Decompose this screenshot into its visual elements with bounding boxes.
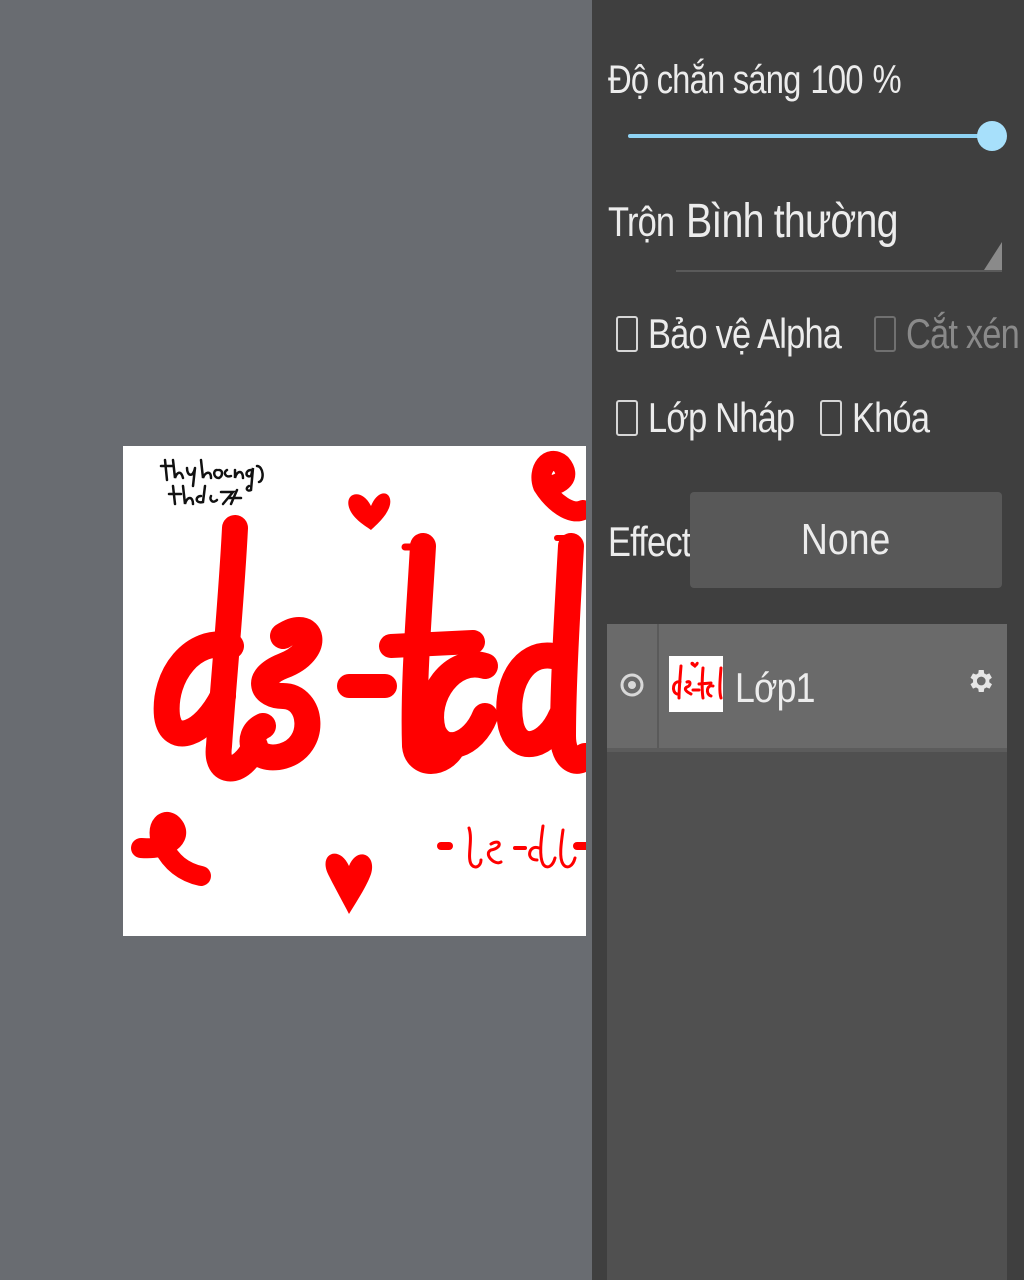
- draft-layer-checkbox[interactable]: [616, 400, 638, 436]
- protect-alpha-label: Bảo vệ Alpha: [648, 310, 842, 357]
- blend-mode-label: Trộn: [608, 198, 675, 245]
- effect-label: Effect: [608, 518, 691, 565]
- dropdown-arrow-icon: [984, 242, 1002, 270]
- clipping-option: Cắt xén: [873, 310, 1024, 358]
- blend-mode-value: Bình thường: [686, 195, 898, 248]
- protect-alpha-option[interactable]: Bảo vệ Alpha: [616, 310, 884, 358]
- layer-list: Lớp1: [607, 624, 1007, 1280]
- clipping-checkbox: [873, 316, 896, 352]
- opacity-label: Độ chắn sáng 100%: [608, 58, 902, 102]
- checkbox-row-2: Lớp Nháp Khóa: [616, 394, 946, 442]
- layer-row[interactable]: Lớp1: [607, 624, 1007, 752]
- blend-mode-dropdown[interactable]: Bình thường: [676, 184, 1002, 272]
- opacity-slider-track[interactable]: [628, 134, 986, 138]
- layer-thumbnail-image: [671, 661, 723, 700]
- artwork-drawing: [131, 451, 586, 914]
- draft-layer-option[interactable]: Lớp Nháp: [616, 394, 826, 442]
- artwork-canvas[interactable]: [123, 446, 586, 936]
- gear-icon[interactable]: [965, 666, 995, 696]
- lock-option[interactable]: Khóa: [820, 394, 946, 442]
- layer-properties-panel: Độ chắn sáng 100% Trộn Bình thường Bảo vệ…: [592, 0, 1024, 1280]
- checkbox-row-1: Bảo vệ Alpha Cắt xén: [616, 310, 1024, 358]
- draft-layer-label: Lớp Nháp: [648, 394, 795, 441]
- visibility-toggle[interactable]: [607, 624, 659, 748]
- drawing-canvas-area[interactable]: [0, 0, 592, 1280]
- effect-value: None: [801, 515, 891, 564]
- clipping-label: Cắt xén: [905, 310, 1020, 357]
- protect-alpha-checkbox[interactable]: [616, 316, 638, 352]
- layer-name: Lớp1: [735, 664, 815, 711]
- lock-checkbox[interactable]: [820, 400, 843, 436]
- layer-thumbnail: [669, 656, 723, 712]
- effect-button[interactable]: None: [690, 492, 1002, 588]
- opacity-slider-thumb[interactable]: [977, 121, 1007, 151]
- eye-icon[interactable]: [619, 672, 645, 698]
- lock-label: Khóa: [852, 394, 930, 441]
